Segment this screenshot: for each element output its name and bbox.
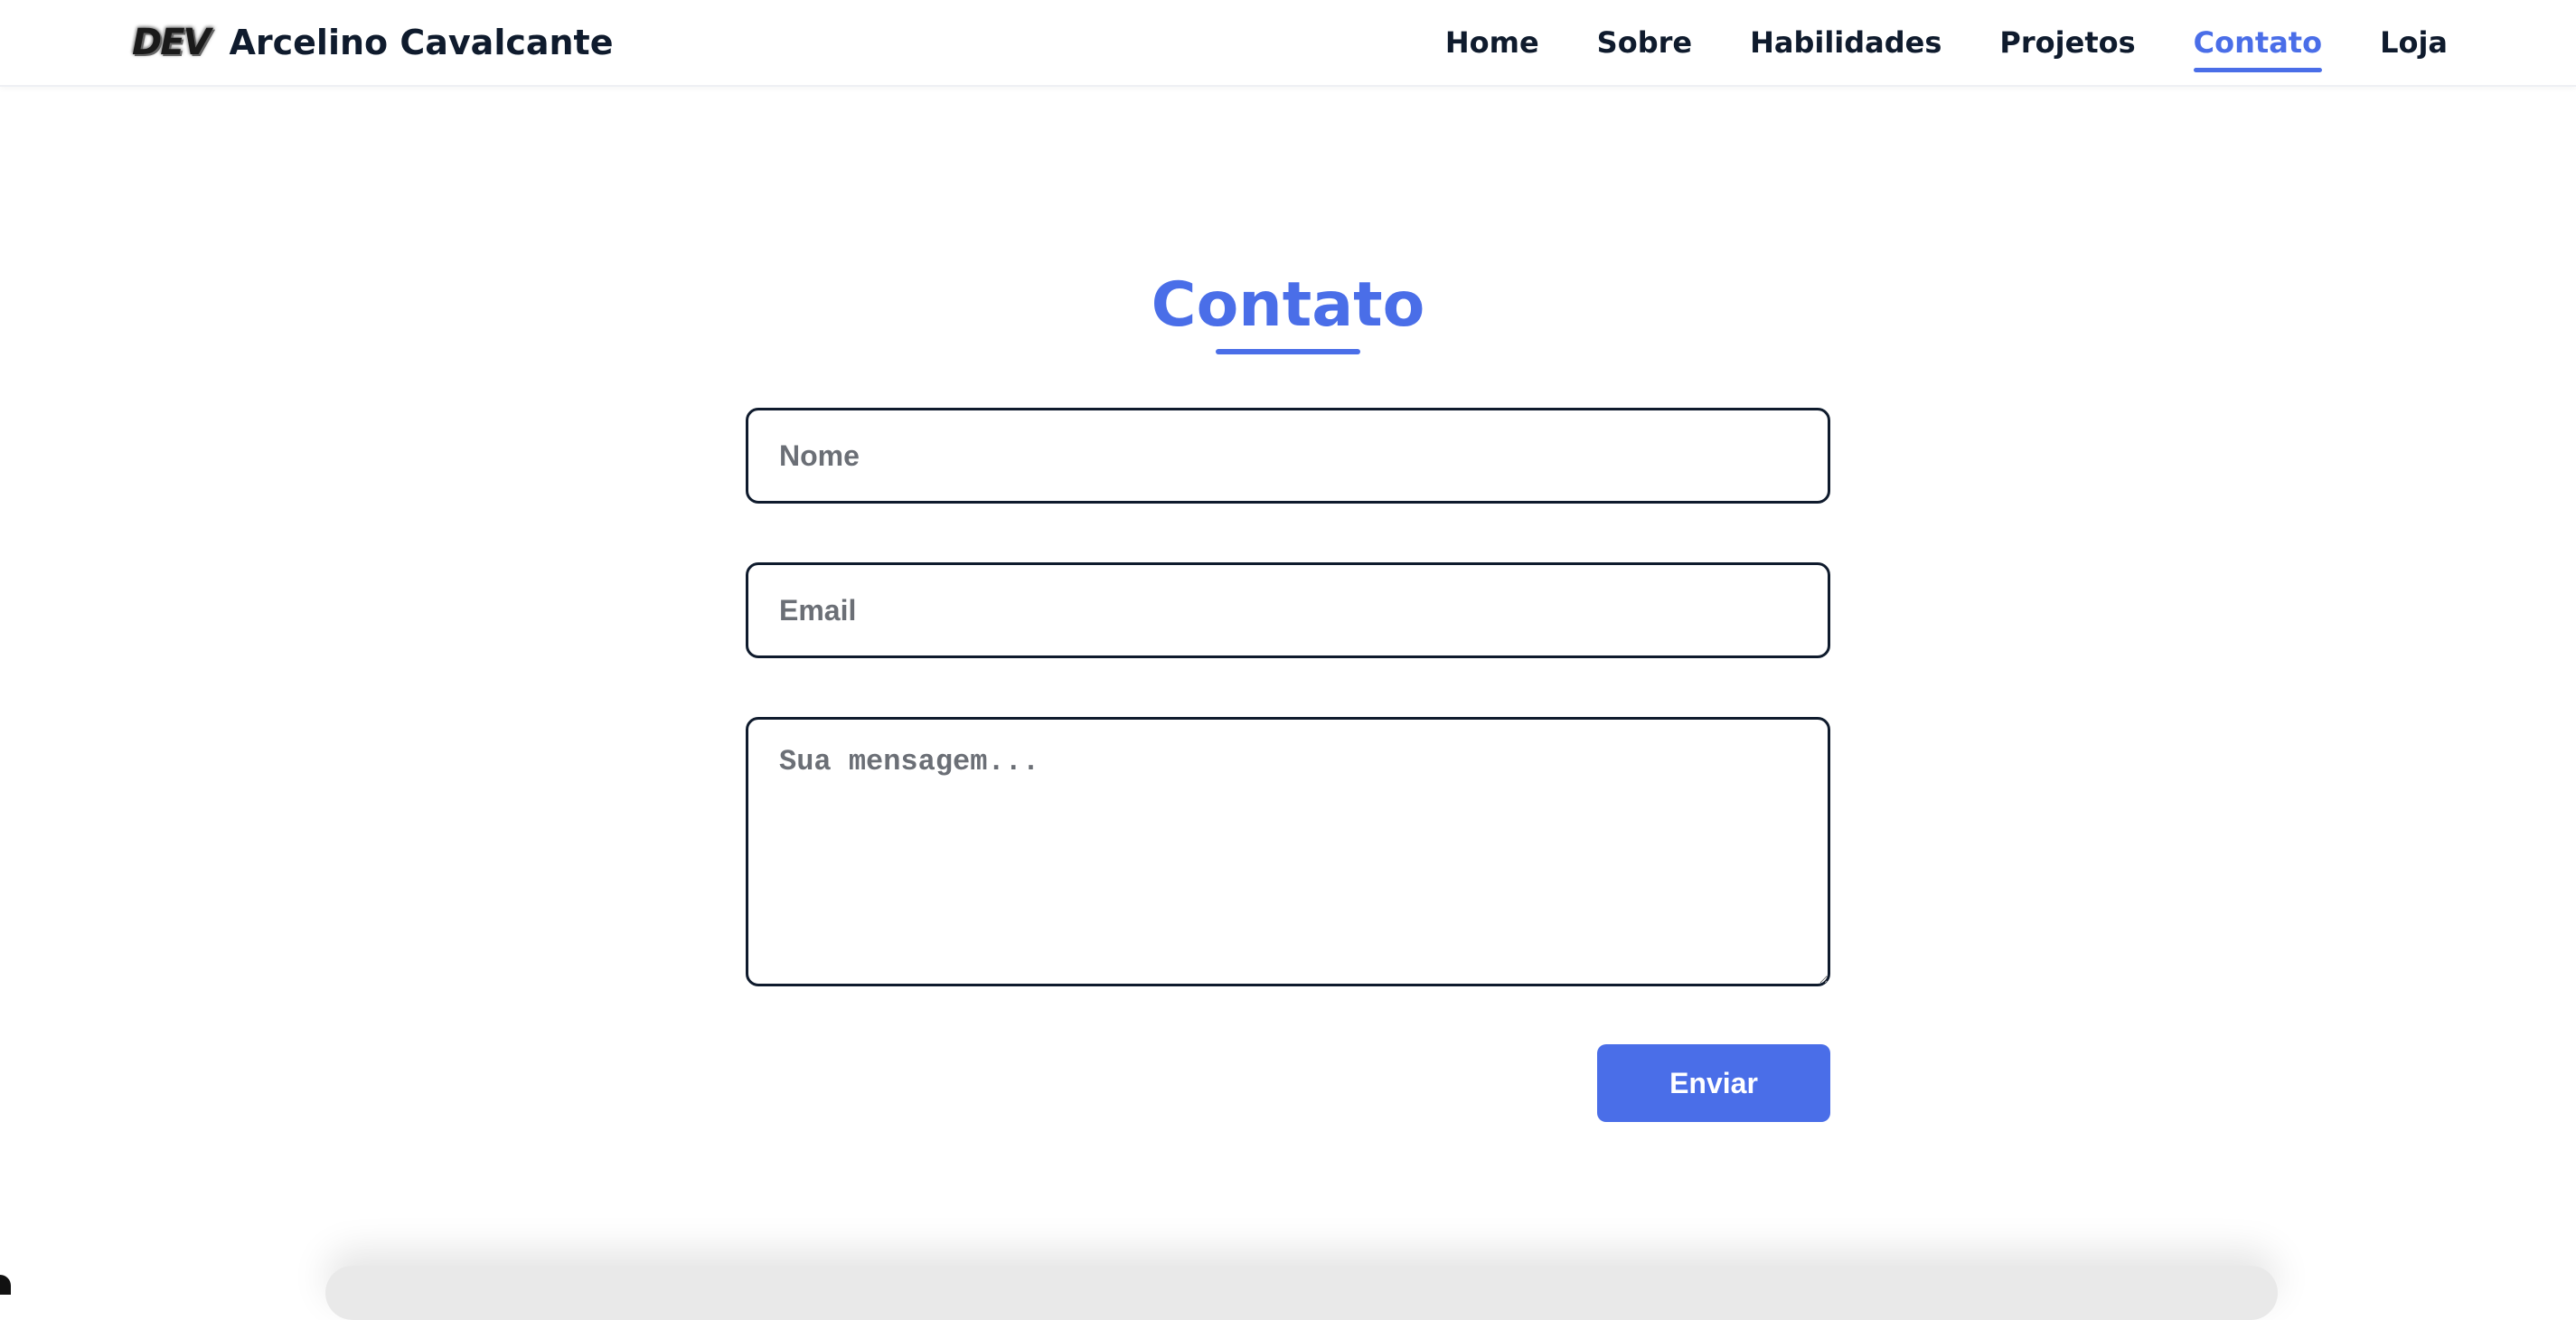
dev-logo-icon: DEV [132, 22, 211, 63]
brand-name: Arcelino Cavalcante [229, 23, 614, 62]
nav-link-home[interactable]: Home [1445, 20, 1539, 65]
submit-button[interactable]: Enviar [1597, 1044, 1830, 1122]
nav-link-contato[interactable]: Contato [2193, 20, 2323, 72]
top-navbar: DEV Arcelino Cavalcante Home Sobre Habil… [0, 0, 2576, 87]
footer-shadow [325, 1266, 2278, 1320]
brand[interactable]: DEV Arcelino Cavalcante [132, 0, 614, 85]
section-title: Contato [1151, 269, 1425, 341]
nav-link-projetos[interactable]: Projetos [1999, 20, 2135, 65]
window-corner [0, 1275, 11, 1295]
name-input[interactable] [746, 408, 1830, 504]
message-textarea[interactable] [746, 717, 1830, 986]
nav-menu: Home Sobre Habilidades Projetos Contato … [1445, 0, 2448, 85]
email-input[interactable] [746, 562, 1830, 658]
nav-link-habilidades[interactable]: Habilidades [1750, 20, 1941, 65]
nav-link-sobre[interactable]: Sobre [1597, 20, 1692, 65]
title-underline [1216, 349, 1360, 354]
nav-link-loja[interactable]: Loja [2380, 20, 2448, 65]
